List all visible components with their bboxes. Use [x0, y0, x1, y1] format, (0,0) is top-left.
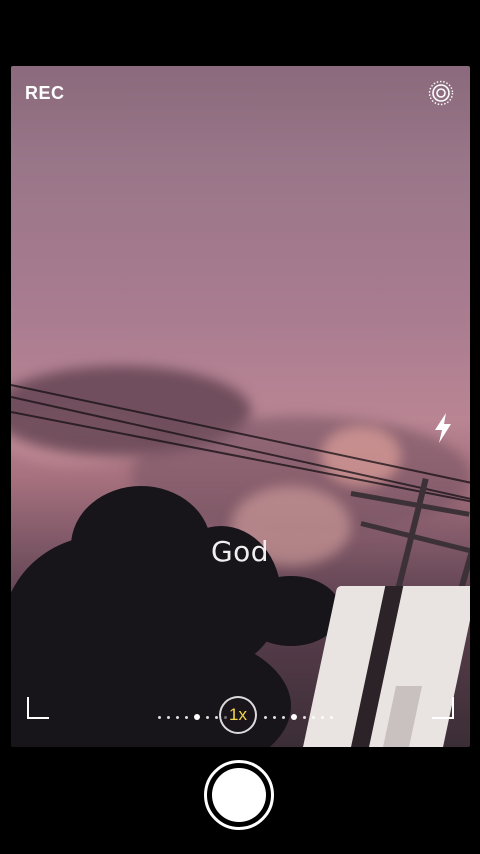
live-photo-icon[interactable]	[428, 80, 454, 106]
zoom-dots-right[interactable]	[264, 714, 333, 720]
frame-corner-right	[432, 697, 454, 719]
shutter-button[interactable]	[204, 760, 274, 830]
rec-label: REC	[25, 83, 65, 103]
flash-icon[interactable]	[432, 412, 454, 444]
caption-text: God	[210, 535, 270, 568]
zoom-dots-left[interactable]	[158, 714, 227, 720]
frame-corner-left	[27, 697, 49, 719]
camera-viewfinder[interactable]	[11, 66, 470, 747]
zoom-button[interactable]: 1x	[219, 696, 257, 734]
shutter-inner	[212, 768, 266, 822]
